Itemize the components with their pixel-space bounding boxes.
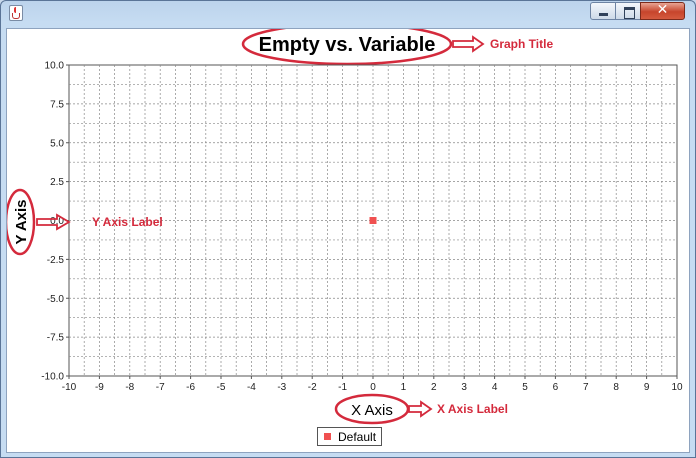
minimize-button[interactable] <box>590 2 616 20</box>
x-tick-label: -6 <box>186 382 195 393</box>
y-tick-label: 5.0 <box>50 138 64 149</box>
chart-title: Empty vs. Variable <box>259 34 436 56</box>
y-axis-label: Y Axis <box>13 199 30 244</box>
y-tick-label: 2.5 <box>50 177 64 188</box>
graph-title-arrow <box>452 35 485 53</box>
graph-title-annotation: Graph Title <box>490 37 553 51</box>
y-tick-label: -10.0 <box>41 372 64 383</box>
y-tick-label: -5.0 <box>47 294 65 305</box>
x-tick-label: -2 <box>308 382 317 393</box>
x-tick-label: -4 <box>247 382 256 393</box>
y-tick-label: 10.0 <box>45 61 65 72</box>
x-tick-label: -5 <box>217 382 226 393</box>
x-tick-label: 1 <box>401 382 407 393</box>
x-tick-label: 7 <box>583 382 589 393</box>
x-tick-labels: -10 -9 -8 -7 -6 -5 -4 -3 -2 -1 0 1 2 3 4 5 6 7 8 9 10 <box>62 376 683 393</box>
x-tick-label: 2 <box>431 382 437 393</box>
data-point <box>369 217 377 224</box>
y-tick-label: 7.5 <box>50 99 64 110</box>
x-tick-label: 3 <box>461 382 467 393</box>
series-points <box>369 217 377 224</box>
maximize-button[interactable] <box>615 2 641 20</box>
close-icon: ✕ <box>656 2 669 18</box>
chart-panel: Empty vs. Variable Graph Title -10 -9 -8 -7… <box>6 28 690 453</box>
x-axis-label-annotation: X Axis Label <box>437 402 508 416</box>
x-tick-label: -10 <box>62 382 77 393</box>
title-bar[interactable]: ✕ <box>1 1 695 25</box>
x-tick-label: -8 <box>125 382 134 393</box>
x-tick-label: -7 <box>156 382 165 393</box>
x-tick-label: -9 <box>95 382 104 393</box>
y-tick-label: -7.5 <box>47 333 65 344</box>
x-tick-label: -1 <box>338 382 347 393</box>
close-button[interactable]: ✕ <box>640 2 685 20</box>
x-axis-label-arrow <box>408 400 433 418</box>
legend-swatch <box>324 433 331 440</box>
x-tick-label: 0 <box>370 382 376 393</box>
chart-legend: Default <box>317 427 382 446</box>
x-tick-label: -3 <box>277 382 286 393</box>
legend-label: Default <box>338 430 377 444</box>
x-tick-label: 9 <box>644 382 650 393</box>
x-tick-label: 5 <box>522 382 528 393</box>
chart-canvas: Empty vs. Variable Graph Title -10 -9 -8 -7… <box>7 29 683 425</box>
y-tick-labels: 10.07.55.02.50.0-2.5-5.0-7.5-10.0 <box>41 61 69 383</box>
y-tick-label: -2.5 <box>47 255 65 266</box>
java-cup-icon[interactable] <box>9 5 23 21</box>
x-tick-label: 4 <box>492 382 498 393</box>
x-axis-label: X Axis <box>351 402 393 419</box>
app-window: ✕ Empty vs. Variable Graph Title -10 -9 -8… <box>0 0 696 458</box>
x-tick-label: 8 <box>613 382 619 393</box>
y-axis-label-annotation: Y Axis Label <box>92 215 163 229</box>
x-tick-label: 6 <box>553 382 559 393</box>
x-tick-label: 10 <box>671 382 683 393</box>
